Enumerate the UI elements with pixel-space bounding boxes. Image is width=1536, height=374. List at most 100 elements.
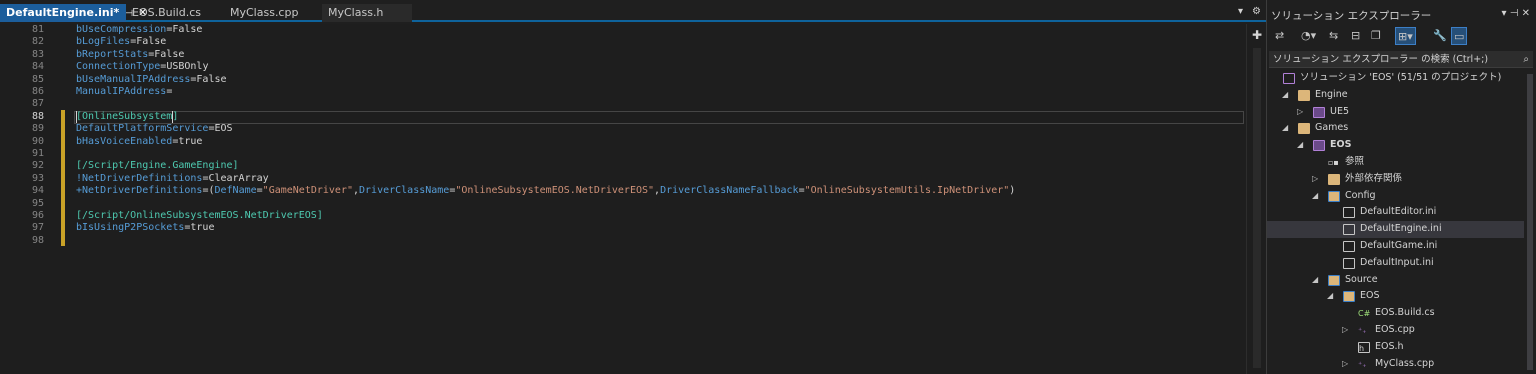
tree-item[interactable]: C# EOS.Build.cs [1267,305,1536,322]
code-line[interactable]: bUseManualIPAddress=False [76,74,227,86]
code-token: =False [166,24,203,35]
code-token: =USBOnly [160,61,209,73]
code-line[interactable]: [/Script/Engine.GameEngine] [76,160,239,172]
cpp-file-icon: ⁺₊ [1358,359,1367,369]
history-icon[interactable]: ◔▾ [1301,27,1316,45]
code-line[interactable]: DefaultPlatformService=EOS [76,123,233,135]
line-number: 85 [31,73,44,85]
line-number: 84 [31,61,44,73]
tab-dropdown-icon[interactable]: ▾ [1238,6,1243,17]
tree-item[interactable]: ◢ Config [1267,188,1536,205]
gear-icon[interactable]: ⚙ [1252,6,1261,17]
code-token: "OnlineSubsystemUtils.IpNetDriver" [804,185,1010,197]
code-token: [/Script/Engine.GameEngine] [76,160,239,172]
collapse-arrow-icon[interactable]: ◢ [1282,120,1288,137]
collapse-arrow-icon[interactable]: ◢ [1327,288,1333,305]
tree-item[interactable]: ソリューション 'EOS' (51/51 のプロジェクト) [1267,70,1536,87]
expand-arrow-icon[interactable]: ▷ [1297,104,1303,121]
code-line[interactable]: bHasVoiceEnabled=true [76,136,202,148]
line-number: 88 [31,110,44,122]
split-editor-icon[interactable]: ✚ [1252,28,1262,42]
code-line[interactable]: bReportStats=False [76,49,184,61]
code-line[interactable]: ConnectionType=USBOnly [76,61,208,73]
code-line[interactable]: bUseCompression=False [76,24,202,36]
scrollbar-thumb[interactable] [1527,74,1533,370]
scrollbar-track[interactable] [1253,48,1261,368]
solution-explorer-toolbar: ⇄ ◔▾ ⇆ ⊟ ❐ ⊞▾ 🔧 ▭ [1267,26,1536,48]
tree-item[interactable]: h EOS.h [1267,339,1536,356]
tree-item[interactable]: ◢ Source [1267,272,1536,289]
sync-icon[interactable]: ⇆ [1329,27,1338,45]
ini-file-icon [1343,207,1355,219]
change-tracking-margin [61,110,65,246]
expand-arrow-icon[interactable]: ▷ [1312,171,1318,188]
code-token: DriverClassNameFallback [660,185,799,197]
tree-item[interactable]: ◢ Engine [1267,87,1536,104]
tab-myclass-cpp[interactable]: MyClass.cpp [224,4,322,22]
code-line[interactable]: bLogFiles=False [76,36,166,48]
tree-item[interactable]: DefaultGame.ini [1267,238,1536,255]
solution-explorer-panel: ソリューション エクスプローラー ▾ ⊣ ✕ ⇄ ◔▾ ⇆ ⊟ ❐ ⊞▾ 🔧 ▭… [1266,0,1536,374]
tab-myclass-h[interactable]: MyClass.h [322,4,412,22]
line-number: 95 [31,197,44,209]
tab-eos-build-cs[interactable]: EOS.Build.cs [126,4,224,22]
tree-item[interactable]: ◢ EOS [1267,137,1536,154]
ide-window: DefaultEngine.ini* ⊣ ✕ EOS.Build.cs MyClas… [0,0,1536,374]
ini-file-icon [1343,224,1355,236]
expand-arrow-icon[interactable]: ▷ [1342,322,1348,339]
show-all-files-icon[interactable]: ⊞▾ [1395,27,1416,45]
line-number: 83 [31,48,44,60]
editor-vertical-scrollbar[interactable]: ✚ [1246,24,1266,374]
tree-item-label: EOS.cpp [1375,324,1415,335]
tree-item[interactable]: ▷ UE5 [1267,104,1536,121]
tree-item[interactable]: DefaultEditor.ini [1267,204,1536,221]
copy-icon[interactable]: ❐ [1371,27,1381,45]
code-token: !NetDriverDefinitions [76,172,203,184]
project-icon [1313,106,1325,118]
search-icon[interactable]: ⌕ [1523,51,1529,68]
tree-item[interactable]: ◢ EOS [1267,288,1536,305]
folder-icon [1298,89,1310,101]
properties-wrench-icon[interactable]: 🔧 [1433,27,1447,45]
tree-item-label: Games [1315,122,1349,134]
tree-item-label: DefaultEditor.ini [1360,206,1437,218]
line-number: 82 [31,36,44,48]
code-line[interactable]: +NetDriverDefinitions=(DefName="GameNetD… [76,185,1015,197]
code-token: [OnlineSubsystem] [76,110,179,122]
collapse-arrow-icon[interactable]: ◢ [1312,272,1318,289]
collapse-arrow-icon[interactable]: ◢ [1312,188,1318,205]
code-token: +NetDriverDefinitions [76,185,203,197]
code-line[interactable]: bIsUsingP2PSockets=true [76,222,214,234]
tree-item[interactable]: DefaultEngine.ini [1267,221,1536,238]
solution-vertical-scrollbar[interactable] [1524,70,1536,374]
tab-defaultengine-ini[interactable]: DefaultEngine.ini* ⊣ ✕ [0,4,147,22]
tree-item-label: DefaultGame.ini [1360,240,1438,251]
tree-item-label: EOS.h [1375,340,1404,352]
tree-item[interactable]: DefaultInput.ini [1267,255,1536,272]
solution-search-input[interactable]: ソリューション エクスプローラー の検索 (Ctrl+;) ⌕ [1269,51,1533,68]
code-line[interactable]: [OnlineSubsystem] [76,111,178,123]
collapse-arrow-icon[interactable]: ◢ [1282,87,1288,104]
code-editor[interactable]: 81 82 83 84 85 86 87 88 89 90 91 92 93 94 95 96 97 98 bUs… [0,24,1248,374]
line-number-gutter: 81 82 83 84 85 86 87 88 89 90 91 92 93 94 95 96 97 98 [0,24,62,374]
collapse-arrow-icon[interactable]: ◢ [1297,137,1303,154]
collapse-all-icon[interactable]: ⊟ [1351,27,1360,45]
tree-item[interactable]: ▷ 外部依存関係 [1267,171,1536,188]
tree-item[interactable]: ▷ ⁺₊ EOS.cpp [1267,322,1536,339]
switch-views-icon[interactable]: ⇄ [1275,27,1284,45]
external-deps-icon [1328,173,1340,185]
solution-icon [1283,73,1295,84]
code-line[interactable]: ManualIPAddress= [76,86,172,98]
panel-options-icons[interactable]: ▾ ⊣ ✕ [1502,8,1530,19]
code-line[interactable]: [/Script/OnlineSubsystemEOS.NetDriverEOS… [76,210,323,222]
tree-item[interactable]: ▷ ⁺₊ MyClass.cpp [1267,356,1536,373]
code-token: = [166,86,173,97]
references-icon: ▫▪ [1328,158,1339,167]
code-line[interactable]: !NetDriverDefinitions=ClearArray [76,173,269,185]
tree-item-label: EOS [1330,139,1352,151]
tree-item[interactable]: ▫▪ 参照 [1267,154,1536,171]
tree-item[interactable]: ◢ Games [1267,120,1536,137]
expand-arrow-icon[interactable]: ▷ [1342,356,1348,373]
tab-label: MyClass.cpp [230,6,299,19]
preview-selected-icon[interactable]: ▭ [1451,27,1468,45]
